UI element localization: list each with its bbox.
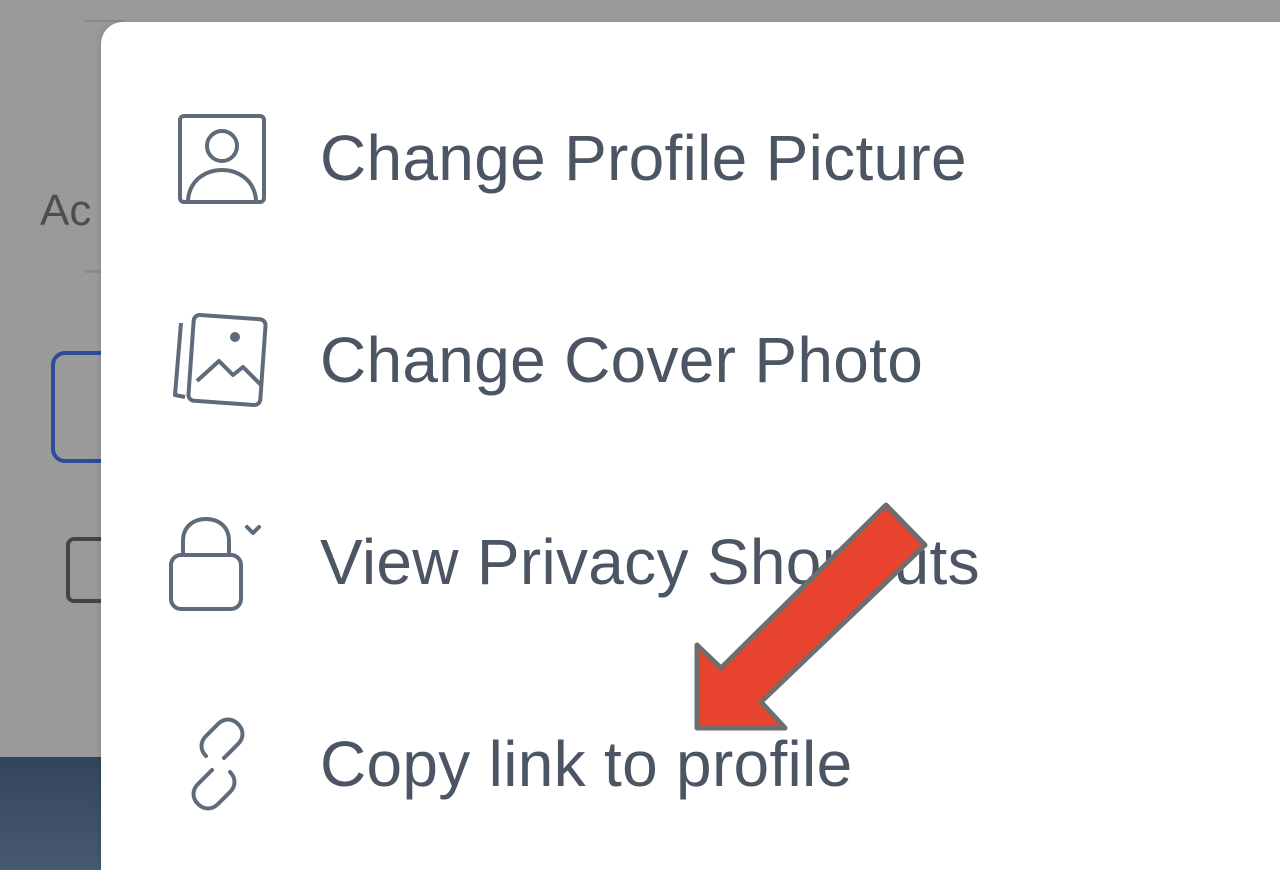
menu-item-change-profile-picture[interactable]: Change Profile Picture xyxy=(101,58,1280,258)
profile-picture-icon xyxy=(163,103,273,213)
menu-item-change-cover-photo[interactable]: Change Cover Photo xyxy=(101,260,1280,460)
cover-photo-icon xyxy=(163,305,273,415)
menu-item-label: Change Profile Picture xyxy=(320,122,967,194)
menu-item-copy-link-to-profile[interactable]: Copy link to profile xyxy=(101,664,1280,864)
menu-item-label: Change Cover Photo xyxy=(320,324,924,396)
menu-item-label: Copy link to profile xyxy=(320,728,853,800)
screen: Ac Change Profile Picture Change Cover P… xyxy=(0,0,1280,870)
profile-options-menu: Change Profile Picture Change Cover Phot… xyxy=(101,22,1280,870)
link-icon xyxy=(163,709,273,819)
menu-item-view-privacy-shortcuts[interactable]: View Privacy Shortcuts xyxy=(101,462,1280,662)
lock-icon xyxy=(163,507,273,617)
menu-item-label: View Privacy Shortcuts xyxy=(320,526,980,598)
background-partial-text: Ac xyxy=(40,186,92,235)
